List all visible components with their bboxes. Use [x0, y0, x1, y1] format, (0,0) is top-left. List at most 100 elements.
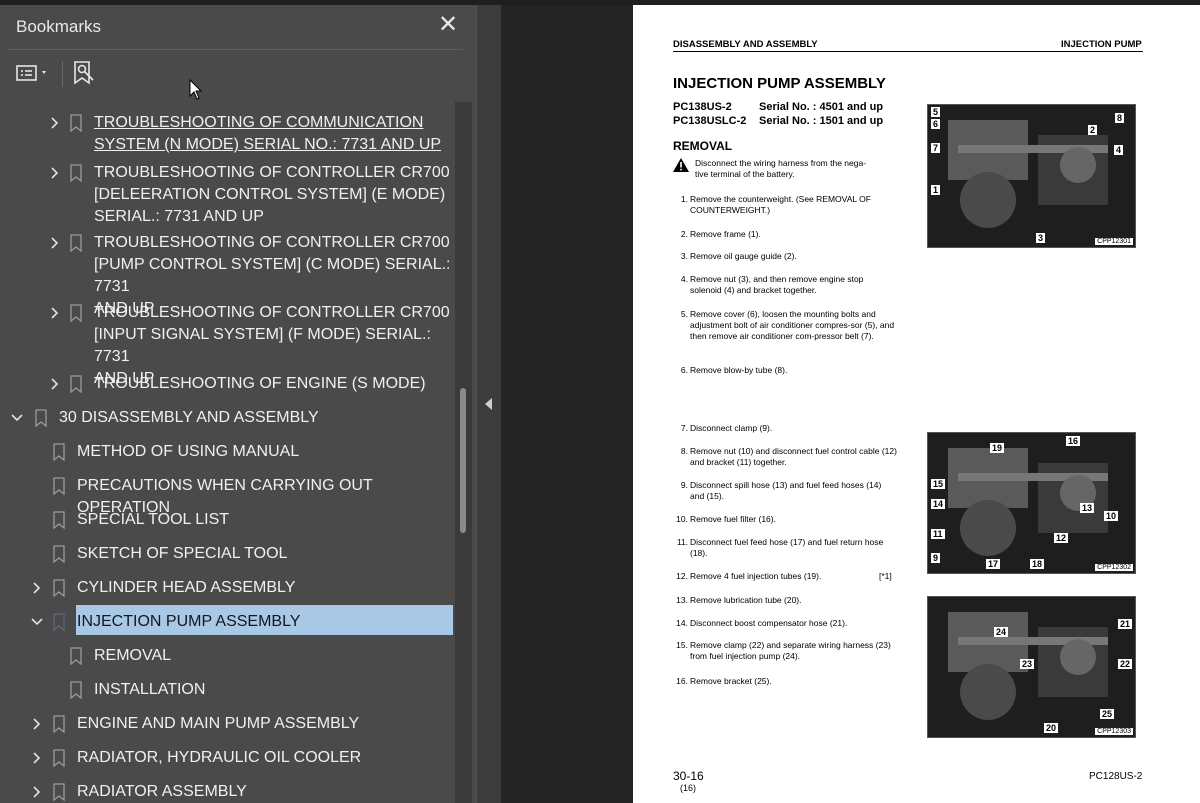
figure-callout: 21 — [1118, 619, 1133, 629]
step-number: 15. — [676, 640, 688, 650]
list-options-icon — [16, 65, 46, 81]
bookmark-icon — [53, 783, 65, 801]
figure-callout: 12 — [1054, 533, 1069, 543]
options-menu-button[interactable] — [16, 59, 50, 87]
warning-icon — [673, 158, 689, 172]
step-number: 7. — [680, 423, 688, 433]
bookmark-icon — [53, 579, 65, 597]
chevron-right-icon[interactable] — [48, 373, 62, 395]
model-serial: Serial No. : 4501 and up — [759, 101, 884, 113]
step-number: 1. — [680, 194, 688, 204]
find-bookmark-icon — [74, 61, 94, 85]
step-text: Remove blow-by tube (8). — [690, 365, 788, 375]
collapse-panel-arrow-icon[interactable] — [485, 398, 492, 410]
figure-callout: 8 — [1115, 113, 1125, 123]
bookmark-icon — [70, 234, 82, 252]
step-text: Remove fuel filter (16). — [690, 514, 776, 524]
bookmarks-header: Bookmarks ✕ — [0, 5, 476, 47]
figure-callout: 10 — [1104, 511, 1119, 521]
figure-callout: 23 — [1020, 659, 1035, 669]
bookmark-icon — [70, 681, 82, 699]
figure-code: CPP12303 — [1095, 728, 1133, 735]
step-text: Disconnect boost compensator hose (21). — [690, 618, 848, 628]
bookmark-label: 30 DISASSEMBLY AND ASSEMBLY — [59, 409, 319, 426]
figure-callout: 15 — [931, 479, 946, 489]
chevron-right-icon[interactable] — [48, 162, 62, 184]
chevron-right-icon[interactable] — [48, 112, 62, 134]
bookmark-label: TROUBLESHOOTING OF CONTROLLER CR700 [DEL… — [94, 164, 450, 225]
figure-callout: 11 — [931, 529, 945, 539]
step-number: 3. — [680, 251, 688, 261]
step-number: 12. — [676, 571, 688, 581]
step-text: Remove cover (6), loosen the mounting bo… — [690, 309, 895, 341]
bookmarks-panel: Bookmarks ✕ TROUBLESHOOTING OF COMMUNICA… — [0, 5, 476, 803]
step-text: Remove lubrication tube (20). — [690, 595, 802, 605]
step-text: Remove nut (3), and then remove engine s… — [690, 274, 864, 295]
bookmark-label: RADIATOR, HYDRAULIC OIL COOLER — [77, 749, 362, 766]
bookmark-icon — [53, 477, 65, 495]
close-panel-button[interactable]: ✕ — [436, 11, 460, 39]
step-text: Remove nut (10) and disconnect fuel cont… — [690, 446, 897, 467]
bookmark-label: INSTALLATION — [94, 681, 206, 698]
bookmark-icon — [53, 511, 65, 529]
bookmark-icon — [53, 545, 65, 563]
bookmark-icon — [35, 409, 47, 427]
bookmark-label: ENGINE AND MAIN PUMP ASSEMBLY — [77, 715, 360, 732]
bookmark-label: CYLINDER HEAD ASSEMBLY — [77, 579, 296, 596]
figure-callout: 19 — [990, 443, 1005, 453]
step-number: 16. — [676, 676, 688, 686]
page-title: INJECTION PUMP ASSEMBLY — [673, 75, 886, 92]
figure-callout: 17 — [986, 559, 1001, 569]
chevron-right-icon[interactable] — [30, 781, 44, 803]
bookmark-label: SKETCH OF SPECIAL TOOL — [77, 545, 288, 562]
step-text: Disconnect fuel feed hose (17) and fuel … — [690, 537, 884, 558]
figure-photo: 21 24 23 22 25 20 CPP12303 — [927, 596, 1136, 738]
mouse-cursor-icon — [189, 79, 203, 100]
step-text: Remove 4 fuel injection tubes (19). — [690, 571, 822, 581]
step-text: Remove frame (1). — [690, 229, 761, 239]
model-name: PC138US-2 — [673, 101, 732, 113]
figure-callout: 24 — [994, 627, 1009, 637]
bookmark-icon — [53, 715, 65, 733]
bookmark-label: METHOD OF USING MANUAL — [77, 443, 300, 460]
step-number: 9. — [680, 480, 688, 490]
step-number: 11. — [676, 537, 688, 547]
figure-callout: 9 — [931, 553, 941, 563]
engine-photo-icon — [948, 120, 1108, 228]
step-number: 2. — [680, 229, 688, 239]
section-heading: REMOVAL — [673, 139, 733, 153]
step-number: 4. — [680, 274, 688, 284]
bookmarks-title: Bookmarks — [16, 17, 102, 36]
chevron-right-icon[interactable] — [30, 747, 44, 769]
chevron-right-icon[interactable] — [30, 577, 44, 599]
bookmark-label: REMOVAL — [94, 647, 172, 664]
figure-callout: 4 — [1114, 145, 1124, 155]
model-name: PC138USLC-2 — [673, 115, 747, 127]
figure-callout: 1 — [931, 185, 941, 195]
chevron-down-icon[interactable] — [30, 611, 44, 633]
bookmarks-toolbar — [0, 55, 476, 91]
scrollbar-thumb[interactable] — [460, 388, 466, 533]
chevron-right-icon[interactable] — [48, 302, 62, 324]
page-number: 30-16 — [673, 769, 704, 783]
panel-splitter[interactable] — [476, 5, 501, 803]
find-bookmark-button[interactable] — [72, 59, 96, 87]
page-header-left: DISASSEMBLY AND ASSEMBLY — [673, 39, 818, 50]
toolbar-divider — [62, 61, 63, 87]
bookmark-label: RADIATOR ASSEMBLY — [77, 783, 247, 800]
step-text: Remove clamp (22) and separate wiring ha… — [690, 640, 891, 661]
bookmark-icon — [53, 613, 65, 631]
bookmark-scrollbar[interactable] — [455, 102, 472, 803]
chevron-down-icon[interactable] — [10, 407, 24, 429]
warning-text: Disconnect the wiring harness from the n… — [695, 158, 867, 179]
bookmark-icon — [53, 443, 65, 461]
step-text: Remove the counterweight. (See REMOVAL O… — [690, 194, 871, 215]
page-header-right: INJECTION PUMP — [1061, 39, 1142, 50]
figure-code: CPP12301 — [1095, 238, 1133, 245]
step-number: 14. — [676, 618, 688, 628]
chevron-right-icon[interactable] — [48, 232, 62, 254]
bookmark-icon — [70, 164, 82, 182]
chevron-right-icon[interactable] — [30, 713, 44, 735]
model-serial: Serial No. : 1501 and up — [759, 115, 884, 127]
figure-callout: 7 — [931, 143, 941, 153]
